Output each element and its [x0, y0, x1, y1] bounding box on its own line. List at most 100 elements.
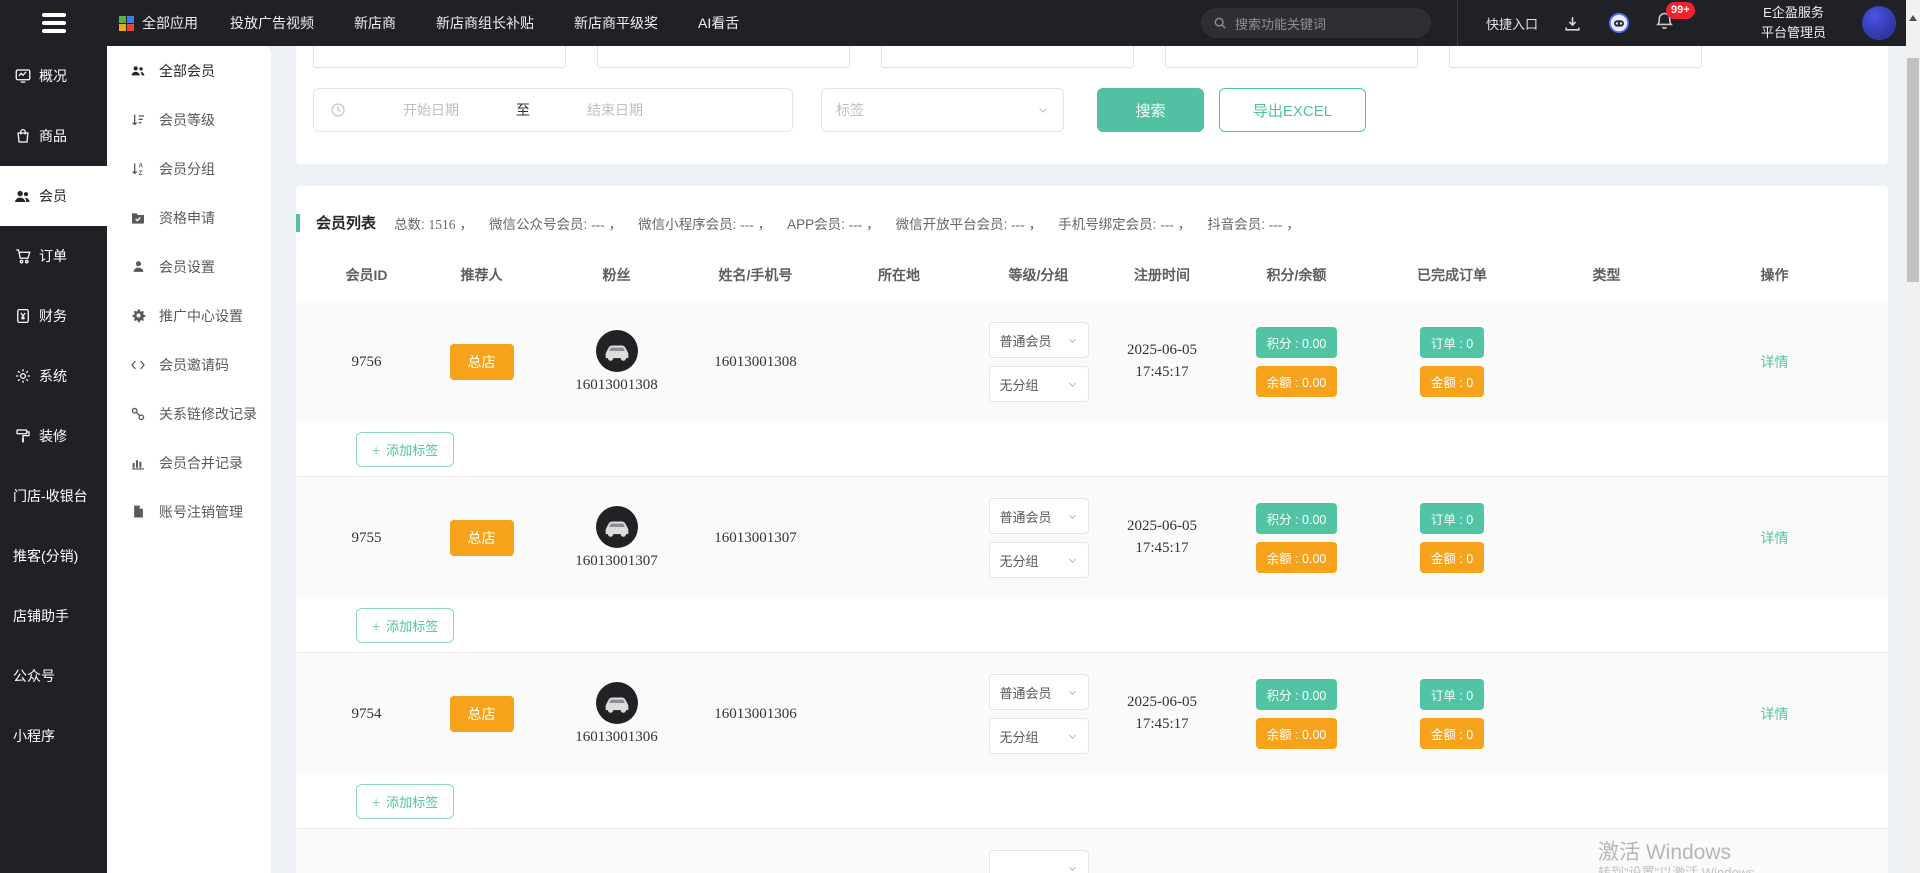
download-icon[interactable] — [1562, 12, 1584, 34]
member-avatar[interactable] — [596, 330, 638, 372]
topbar-nav-item[interactable]: AI看舌 — [698, 13, 739, 33]
level-group-cell — [974, 850, 1103, 873]
sidebar-item-小程序[interactable]: 小程序 — [0, 706, 107, 766]
sidebar-item-label: 概况 — [39, 66, 67, 86]
account-name[interactable]: E企盈服务 平台管理员 — [1761, 3, 1826, 43]
user-avatar[interactable] — [1862, 6, 1896, 40]
sidebar-item-icon — [13, 127, 32, 146]
submenu-item-会员合并记录[interactable]: 会员合并记录 — [107, 438, 271, 487]
detail-link[interactable]: 详情 — [1761, 352, 1789, 372]
submenu-item-会员分组[interactable]: AZ 会员分组 — [107, 144, 271, 193]
chevron-down-icon — [1037, 104, 1049, 116]
points-badge: 积分 : 0.00 — [1256, 679, 1338, 710]
search-button[interactable]: 搜索 — [1097, 88, 1204, 132]
member-avatar[interactable] — [596, 506, 638, 548]
column-header: 类型 — [1532, 265, 1681, 285]
chevron-down-icon — [1067, 863, 1078, 873]
stat-item: 微信小程序会员: ---， — [638, 213, 781, 233]
sidebar-item-订单[interactable]: 订单 — [0, 226, 107, 286]
topbar-search-input[interactable]: 搜索功能关键词 — [1201, 8, 1431, 38]
page-scrollbar[interactable] — [1906, 0, 1920, 873]
points-badge: 积分 : 0.00 — [1256, 327, 1338, 358]
member-list-panel: 会员列表 总数: 1516， 微信公众号会员: ---， 微信小程序会员: --… — [296, 186, 1888, 873]
sidebar-item-装修[interactable]: 装修 — [0, 406, 107, 466]
add-tag-button[interactable]: + 添加标签 — [356, 432, 454, 467]
stat-item: 微信开放平台会员: ---， — [896, 213, 1053, 233]
register-time: 2025-06-05 17:45:17 — [1103, 516, 1221, 560]
plus-icon: + — [372, 794, 380, 810]
submenu-item-会员邀请码[interactable]: 会员邀请码 — [107, 340, 271, 389]
submenu-item-会员设置[interactable]: 会员设置 — [107, 242, 271, 291]
level-select[interactable]: 普通会员 — [989, 674, 1089, 710]
column-header: 等级/分组 — [974, 265, 1103, 285]
member-submenu: 全部会员 会员等级 AZ 会员分组 资格申请 会员设置 推广中心设置 会员邀请码… — [107, 46, 271, 873]
detail-link[interactable]: 详情 — [1761, 528, 1789, 548]
all-apps-button[interactable]: 全部应用 — [119, 13, 198, 33]
topbar: 全部应用 投放广告视频新店商新店商组长补贴新店商平级奖AI看舌 搜索功能关键词 … — [0, 0, 1906, 46]
orders-cell: 订单 : 0 金额 : 0 — [1372, 503, 1532, 573]
notifications-button[interactable]: 99+ — [1654, 10, 1675, 36]
level-select[interactable]: 普通会员 — [989, 498, 1089, 534]
sidebar-item-icon — [13, 67, 32, 86]
column-header: 姓名/手机号 — [687, 265, 824, 285]
submenu-item-icon — [130, 210, 146, 226]
add-tag-button[interactable]: + 添加标签 — [356, 784, 454, 819]
scrollbar-thumb[interactable] — [1907, 58, 1919, 282]
points-badge: 积分 : 0.00 — [1256, 503, 1338, 534]
group-select[interactable]: 无分组 — [989, 542, 1089, 578]
sidebar-item-财务[interactable]: 财务 — [0, 286, 107, 346]
column-header: 粉丝 — [546, 265, 687, 285]
submenu-item-账号注销管理[interactable]: 账号注销管理 — [107, 487, 271, 536]
topbar-nav-item[interactable]: 新店商平级奖 — [574, 13, 658, 33]
referrer-badge: 总店 — [450, 344, 514, 380]
level-select[interactable] — [989, 850, 1089, 873]
chevron-down-icon — [1067, 379, 1078, 390]
hamburger-menu-button[interactable] — [0, 9, 107, 37]
sidebar-item-icon — [13, 247, 32, 266]
sidebar-item-会员[interactable]: 会员 — [0, 166, 107, 226]
topbar-nav-item[interactable]: 新店商 — [354, 13, 396, 33]
scrollbar-up-arrow-icon[interactable] — [1909, 15, 1917, 21]
sidebar-item-商品[interactable]: 商品 — [0, 106, 107, 166]
chevron-down-icon — [1067, 335, 1078, 346]
date-range-picker[interactable]: 开始日期 至 结束日期 — [313, 88, 793, 132]
topbar-nav-item[interactable]: 投放广告视频 — [230, 13, 314, 33]
sidebar-item-概况[interactable]: 概况 — [0, 46, 107, 106]
submenu-item-关系链修改记录[interactable]: 关系链修改记录 — [107, 389, 271, 438]
sidebar-item-推客(分销)[interactable]: 推客(分销) — [0, 526, 107, 586]
sidebar-item-icon — [13, 367, 32, 386]
member-avatar[interactable] — [596, 682, 638, 724]
sidebar-item-门店-收银台[interactable]: 门店-收银台 — [0, 466, 107, 526]
sidebar-item-label: 公众号 — [13, 666, 55, 686]
submenu-item-会员等级[interactable]: 会员等级 — [107, 95, 271, 144]
level-group-cell: 普通会员 无分组 — [974, 322, 1103, 402]
sidebar-item-公众号[interactable]: 公众号 — [0, 646, 107, 706]
export-excel-button[interactable]: 导出EXCEL — [1219, 88, 1366, 132]
stat-item: 总数: 1516， — [394, 213, 483, 233]
topbar-nav-item[interactable]: 新店商组长补贴 — [436, 13, 534, 33]
group-select[interactable]: 无分组 — [989, 366, 1089, 402]
detail-link[interactable]: 详情 — [1761, 704, 1789, 724]
tag-select[interactable]: 标签 — [821, 88, 1064, 132]
balance-badge: 余额 : 0.00 — [1256, 718, 1338, 749]
submenu-item-资格申请[interactable]: 资格申请 — [107, 193, 271, 242]
level-select[interactable]: 普通会员 — [989, 322, 1089, 358]
member-row-group: 9756 总店 16013001308 16013001308 普通会员 无分组 — [296, 301, 1888, 477]
group-select[interactable]: 无分组 — [989, 718, 1089, 754]
ai-assistant-icon[interactable] — [1608, 12, 1630, 34]
tag-row: + 添加标签 — [296, 423, 1888, 477]
points-balance-cell: 积分 : 0.00 余额 : 0.00 — [1221, 503, 1372, 573]
submenu-item-全部会员[interactable]: 全部会员 — [107, 46, 271, 95]
register-date: 2025-06-05 — [1127, 692, 1197, 714]
quick-entry-link[interactable]: 快捷入口 — [1486, 14, 1538, 33]
submenu-item-推广中心设置[interactable]: 推广中心设置 — [107, 291, 271, 340]
chevron-down-icon — [1067, 687, 1078, 698]
sidebar-item-系统[interactable]: 系统 — [0, 346, 107, 406]
submenu-item-label: 会员等级 — [159, 110, 215, 130]
sidebar-item-店铺助手[interactable]: 店铺助手 — [0, 586, 107, 646]
balance-badge: 余额 : 0.00 — [1256, 366, 1338, 397]
add-tag-button[interactable]: + 添加标签 — [356, 608, 454, 643]
sidebar-item-label: 店铺助手 — [13, 606, 69, 626]
column-header: 注册时间 — [1103, 265, 1221, 285]
register-date: 2025-06-05 — [1127, 340, 1197, 362]
